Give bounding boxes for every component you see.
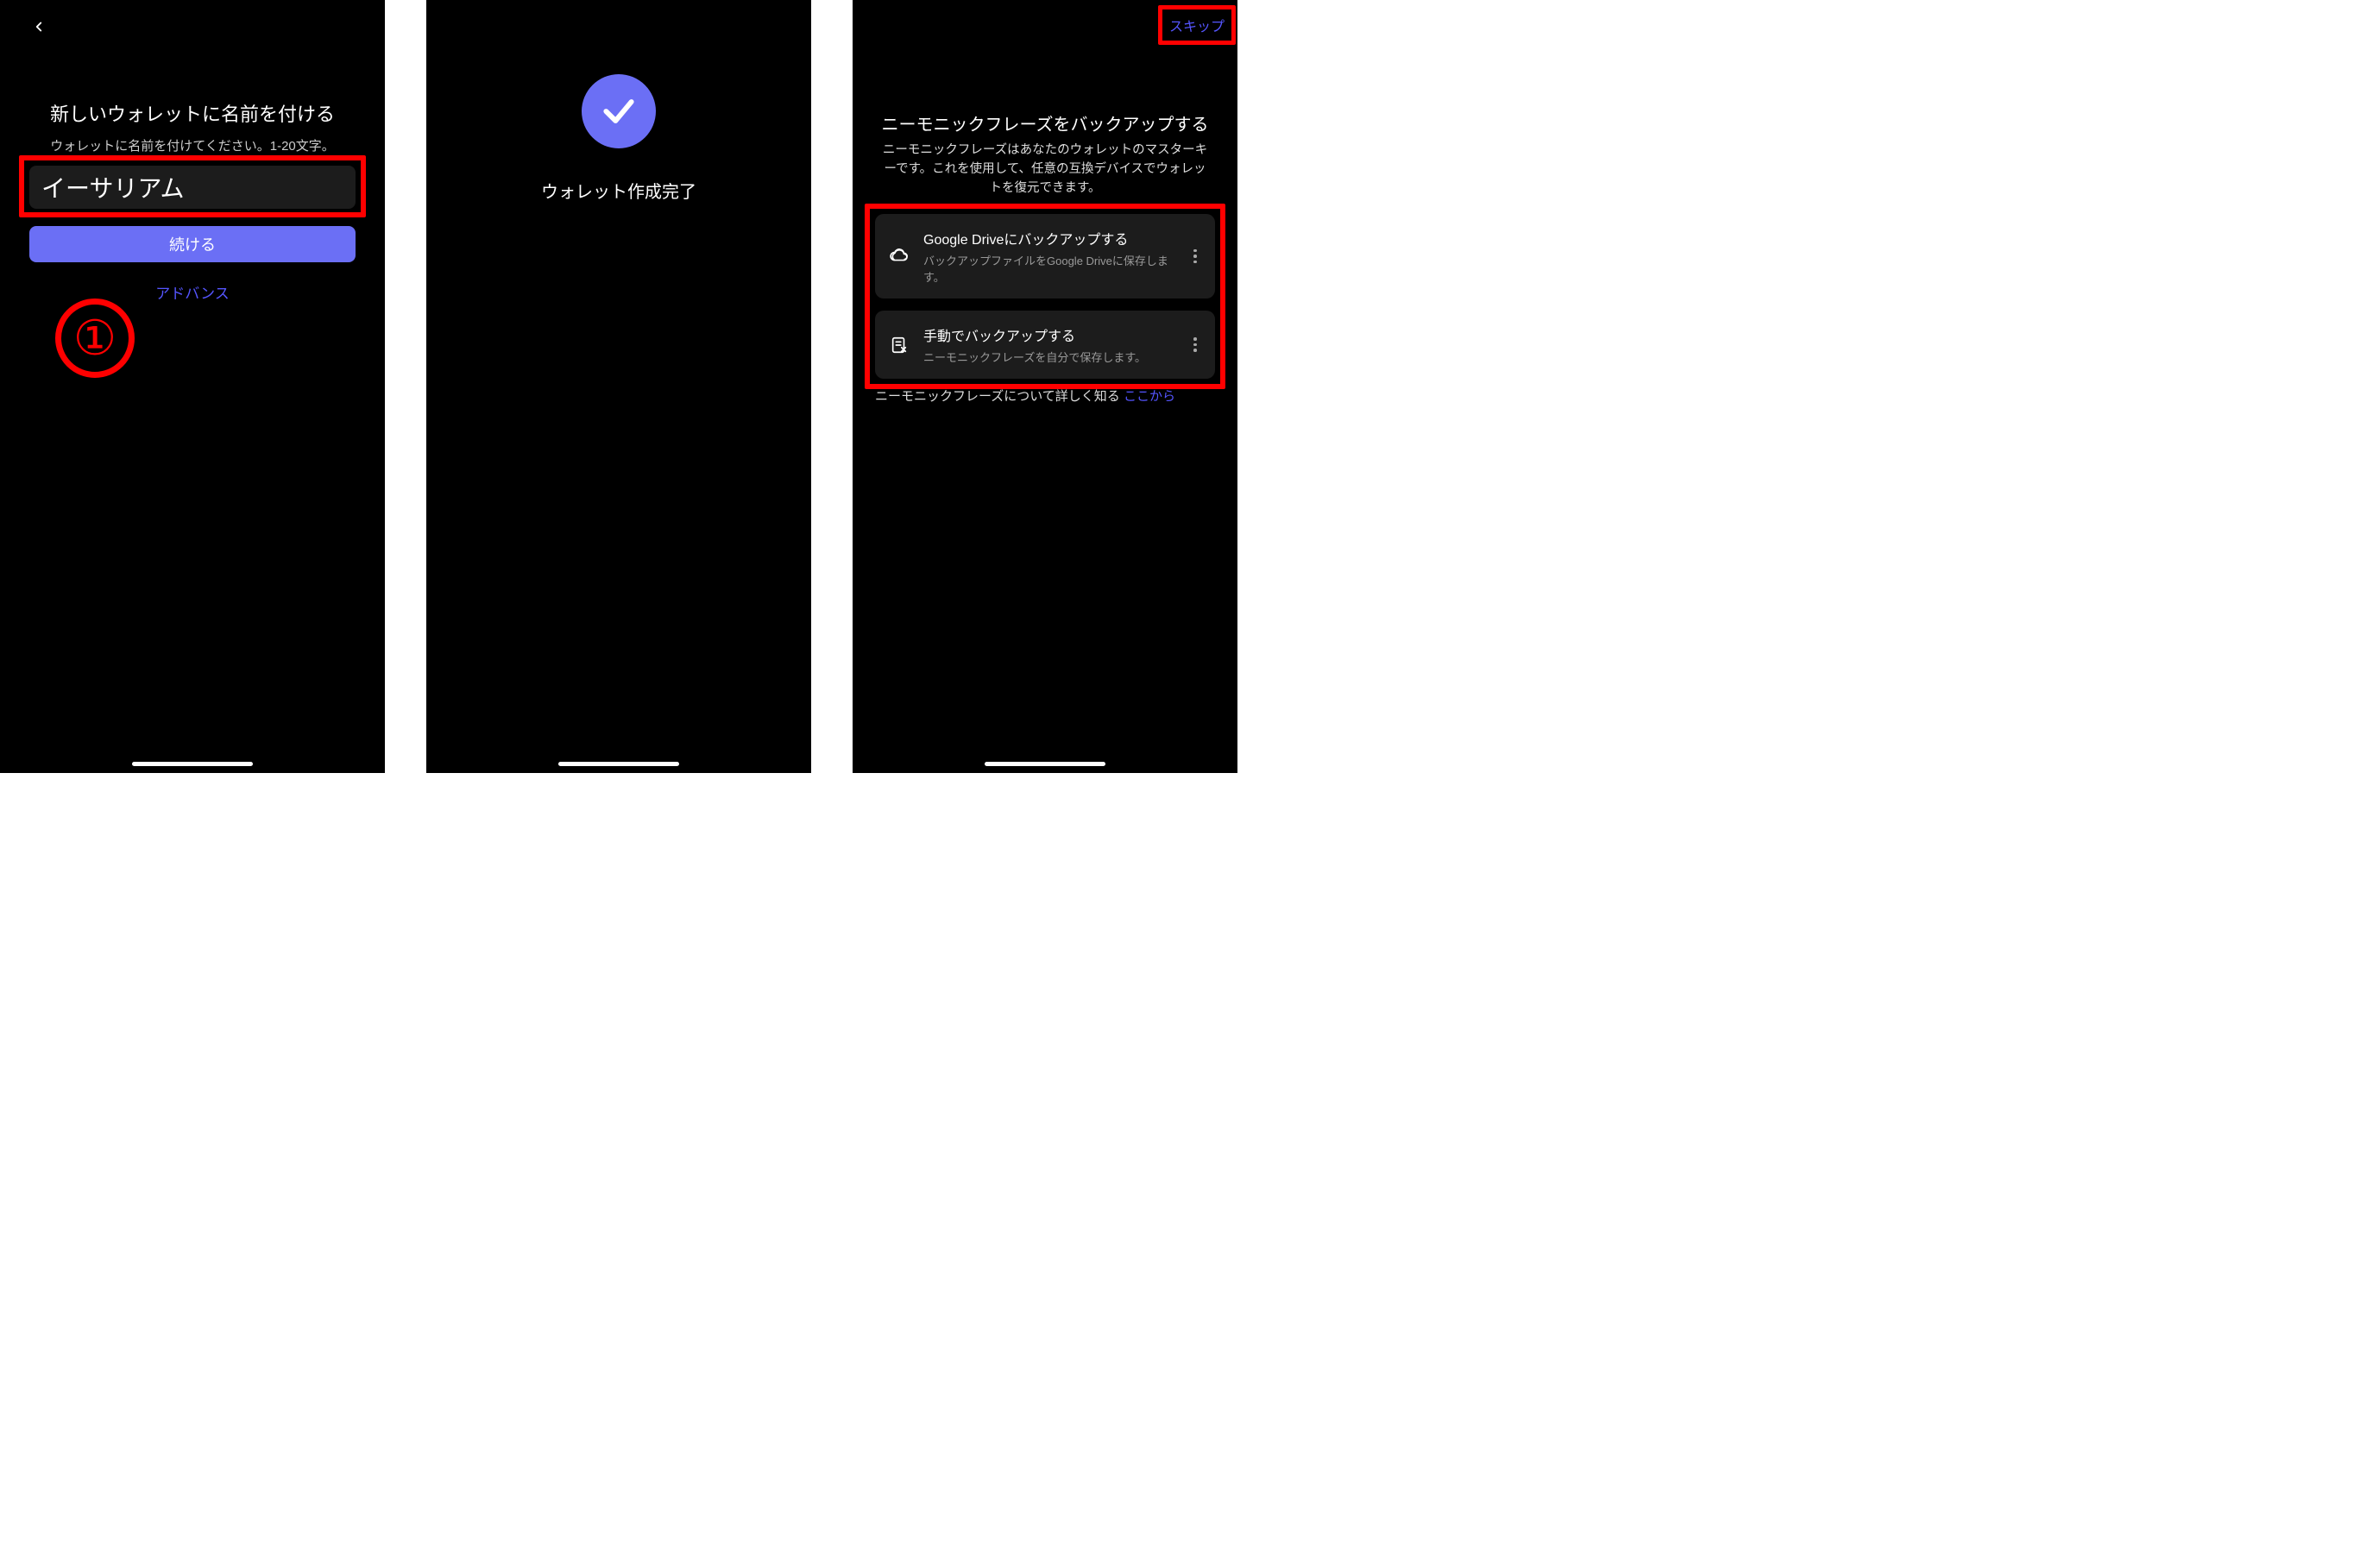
more-icon[interactable]	[1187, 337, 1203, 352]
screen-wallet-created: ウォレット作成完了	[426, 0, 811, 773]
card-title: Google Driveにバックアップする	[923, 228, 1175, 248]
screen-name-wallet: 新しいウォレットに名前を付ける ウォレットに名前を付けてください。1-20文字。…	[0, 0, 385, 773]
page-description: ニーモニックフレーズはあなたのウォレットのマスターキーです。これを使用して、任意…	[878, 141, 1212, 198]
home-indicator[interactable]	[132, 762, 253, 766]
annotation-highlight-input	[19, 155, 366, 217]
annotation-step-number: ①	[55, 299, 135, 378]
learn-more-text: ニーモニックフレーズについて詳しく知る ここから	[875, 386, 1175, 405]
annotation-highlight-skip: スキップ	[1158, 5, 1236, 45]
home-indicator[interactable]	[558, 762, 679, 766]
card-subtitle: バックアップファイルをGoogle Driveに保存します。	[923, 252, 1175, 285]
note-edit-icon	[887, 336, 911, 355]
back-button[interactable]	[31, 19, 52, 40]
home-indicator[interactable]	[985, 762, 1105, 766]
chevron-left-icon	[31, 19, 47, 35]
continue-button[interactable]: 続ける	[29, 226, 356, 262]
success-check-badge	[582, 74, 656, 148]
advance-link[interactable]: アドバンス	[0, 281, 385, 303]
page-subtitle: ウォレットに名前を付けてください。1-20文字。	[0, 136, 385, 154]
check-icon	[600, 92, 638, 130]
more-icon[interactable]	[1187, 249, 1203, 264]
page-title: 新しいウォレットに名前を付ける	[0, 99, 385, 127]
backup-option-google-drive[interactable]: Google Driveにバックアップする バックアップファイルをGoogle …	[875, 214, 1215, 299]
annotation-highlight-cards: Google Driveにバックアップする バックアップファイルをGoogle …	[865, 204, 1225, 389]
backup-option-manual[interactable]: 手動でバックアップする ニーモニックフレーズを自分で保存します。	[875, 311, 1215, 379]
cloud-icon	[887, 247, 911, 266]
skip-button[interactable]: スキップ	[1169, 20, 1225, 35]
page-title: ニーモニックフレーズをバックアップする	[853, 110, 1237, 135]
card-title: 手動でバックアップする	[923, 324, 1175, 345]
screen-backup-phrase: スキップ ニーモニックフレーズをバックアップする ニーモニックフレーズはあなたの…	[853, 0, 1237, 773]
learn-more-link[interactable]: ここから	[1124, 389, 1175, 404]
card-subtitle: ニーモニックフレーズを自分で保存します。	[923, 349, 1175, 365]
page-title: ウォレット作成完了	[426, 178, 811, 203]
